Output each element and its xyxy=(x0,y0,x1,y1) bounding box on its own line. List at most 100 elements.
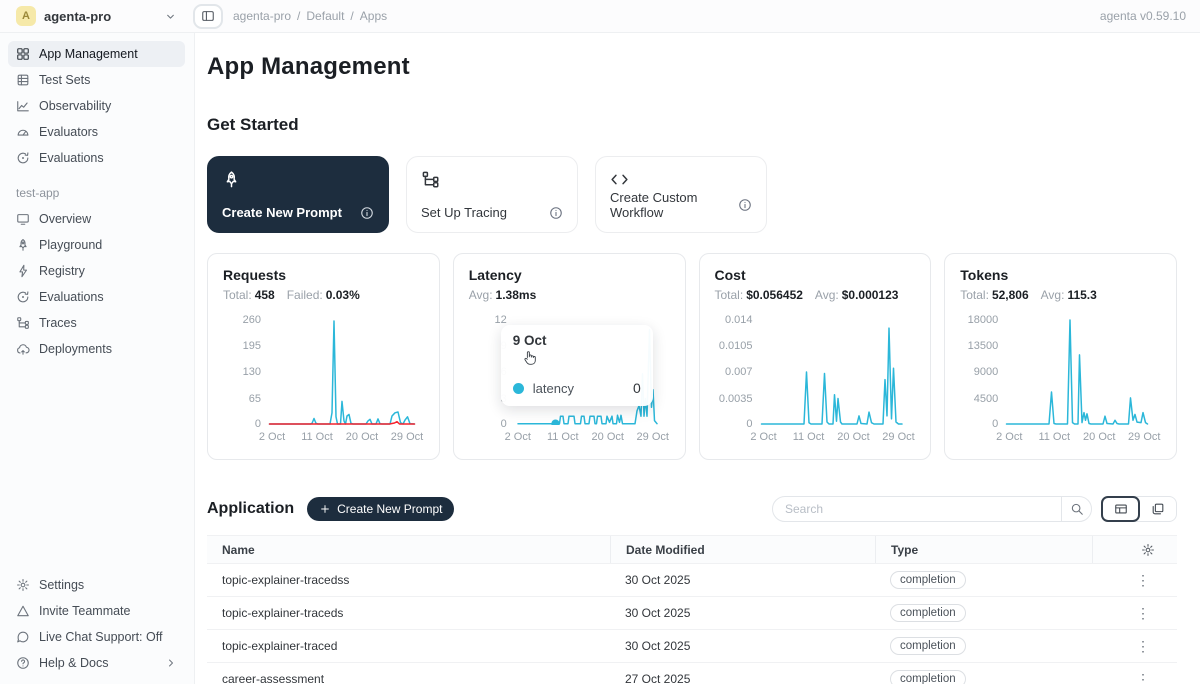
sidebar-item-app-management[interactable]: App Management xyxy=(8,41,185,67)
search-input[interactable] xyxy=(773,502,1061,516)
y-axis-labels: 0.0140.01050.0070.00350 xyxy=(715,319,759,425)
app-name-cell: topic-explainer-tracedss xyxy=(207,564,610,596)
breadcrumb-separator: / xyxy=(350,9,353,23)
type-badge: completion xyxy=(890,670,966,684)
metric-card-tokens: TokensTotal:52,806Avg:115.31800013500900… xyxy=(944,253,1177,460)
sidebar-item-label: Traces xyxy=(39,316,77,330)
get-started-card-label: Set Up Tracing xyxy=(421,205,507,220)
column-settings-button[interactable] xyxy=(1092,536,1177,563)
chevron-right-icon xyxy=(165,657,177,669)
table-row-career-assessment[interactable]: career-assessment27 Oct 2025completion⋮ xyxy=(207,663,1177,684)
gear-icon xyxy=(1141,543,1155,557)
sidebar-project-item-evaluations[interactable]: Evaluations xyxy=(8,284,185,310)
info-icon[interactable] xyxy=(738,198,752,212)
sidebar-project-item-traces[interactable]: Traces xyxy=(8,310,185,336)
deployments-icon xyxy=(16,342,30,356)
table-view-button[interactable] xyxy=(1102,497,1139,521)
search-icon xyxy=(1070,502,1084,516)
date-modified-cell: 30 Oct 2025 xyxy=(610,564,875,596)
sidebar-item-label: Help & Docs xyxy=(39,656,108,670)
date-modified-cell: 30 Oct 2025 xyxy=(610,597,875,629)
metric-stats: Total:458 Failed:0.03% xyxy=(223,288,424,302)
sidebar-item-label: Invite Teammate xyxy=(39,604,130,618)
metric-stat: Avg:$0.000123 xyxy=(815,288,899,302)
sidebar-item-label: Live Chat Support: Off xyxy=(39,630,162,644)
create-new-prompt-button[interactable]: Create New Prompt xyxy=(307,497,454,521)
metric-card-latency: LatencyAvg:1.38ms1296302 Oct11 Oct20 Oct… xyxy=(453,253,686,460)
sidebar-footer-item-live-chat-support-off[interactable]: Live Chat Support: Off xyxy=(8,624,185,650)
table-row-topic-explainer-traceds[interactable]: topic-explainer-traceds30 Oct 2025comple… xyxy=(207,597,1177,630)
y-axis-labels: 1800013500900045000 xyxy=(960,319,1004,425)
mouse-cursor-icon xyxy=(521,349,538,371)
metric-stats: Avg:1.38ms xyxy=(469,288,670,302)
breadcrumb-item-apps[interactable]: Apps xyxy=(360,9,387,23)
sidebar-project-item-deployments[interactable]: Deployments xyxy=(8,336,185,362)
metric-stat: Failed:0.03% xyxy=(287,288,360,302)
search-button[interactable] xyxy=(1061,497,1091,521)
sidebar-item-label: Test Sets xyxy=(39,73,90,87)
workspace-selector[interactable]: A agenta-pro xyxy=(0,6,187,26)
metric-card-cost: CostTotal:$0.056452Avg:$0.0001230.0140.0… xyxy=(699,253,932,460)
get-started-card-create-new-prompt[interactable]: Create New Prompt xyxy=(207,156,389,233)
column-header-name: Name xyxy=(207,536,610,563)
tooltip-series-row: latency0 xyxy=(513,380,641,396)
testsets-icon xyxy=(16,73,30,87)
type-badge: completion xyxy=(890,604,966,622)
breadcrumb-separator: / xyxy=(297,9,300,23)
main-content: App Management Get Started Create New Pr… xyxy=(195,33,1200,684)
column-header-type: Type xyxy=(875,536,1092,563)
tooltip-date: 9 Oct xyxy=(513,333,641,348)
metric-title: Latency xyxy=(469,267,670,283)
get-started-card-create-custom-workflow[interactable]: Create Custom Workflow xyxy=(595,156,767,233)
type-badge: completion xyxy=(890,571,966,589)
table-row-topic-explainer-traced[interactable]: topic-explainer-traced30 Oct 2025complet… xyxy=(207,630,1177,663)
sidebar-item-label: Evaluations xyxy=(39,151,104,165)
breadcrumb: agenta-pro / Default / Apps xyxy=(233,9,387,23)
rocket-icon xyxy=(16,238,30,252)
row-actions-cell: ⋮ xyxy=(1092,564,1177,596)
plus-icon xyxy=(319,503,331,515)
sidebar-item-evaluators[interactable]: Evaluators xyxy=(8,119,185,145)
view-toggle xyxy=(1101,496,1177,522)
table-row-topic-explainer-tracedss[interactable]: topic-explainer-tracedss30 Oct 2025 compl… xyxy=(207,564,1177,597)
get-started-card-set-up-tracing[interactable]: Set Up Tracing xyxy=(406,156,578,233)
chevron-down-icon xyxy=(164,10,177,23)
invite-icon xyxy=(16,604,30,618)
kebab-menu-button[interactable]: ⋮ xyxy=(1131,670,1155,684)
evaluations-icon xyxy=(16,290,30,304)
row-actions-cell: ⋮ xyxy=(1092,630,1177,662)
grid-icon xyxy=(16,47,30,61)
sidebar-item-evaluations[interactable]: Evaluations xyxy=(8,145,185,171)
sidebar-footer-item-invite-teammate[interactable]: Invite Teammate xyxy=(8,598,185,624)
column-header-date-modified: Date Modified xyxy=(610,536,875,563)
kebab-menu-button[interactable]: ⋮ xyxy=(1131,637,1155,655)
sidebar-footer-item-help-docs[interactable]: Help & Docs xyxy=(8,650,185,676)
metric-card-requests: RequestsTotal:458Failed:0.03%26019513065… xyxy=(207,253,440,460)
search-box xyxy=(772,496,1092,522)
sidebar-project-item-playground[interactable]: Playground xyxy=(8,232,185,258)
sidebar-item-test-sets[interactable]: Test Sets xyxy=(8,67,185,93)
overview-icon xyxy=(16,212,30,226)
breadcrumb-item-agenta-pro[interactable]: agenta-pro xyxy=(233,9,291,23)
traces-icon xyxy=(16,316,30,330)
app-name-cell: career-assessment xyxy=(207,663,610,684)
sidebar-item-observability[interactable]: Observability xyxy=(8,93,185,119)
sidebar-project-item-overview[interactable]: Overview xyxy=(8,206,185,232)
sidebar-collapse-button[interactable] xyxy=(193,4,223,29)
info-icon[interactable] xyxy=(549,206,563,220)
type-badge: completion xyxy=(890,637,966,655)
code-icon xyxy=(610,168,752,190)
sidebar-project-item-registry[interactable]: Registry xyxy=(8,258,185,284)
kebab-menu-button[interactable]: ⋮ xyxy=(1131,571,1155,589)
chart-plot-requests: 2 Oct11 Oct20 Oct29 Oct xyxy=(267,319,417,425)
type-cell: completion xyxy=(875,663,1092,684)
metric-stat: Total:458 xyxy=(223,288,275,302)
breadcrumb-item-default[interactable]: Default xyxy=(306,9,344,23)
row-actions-cell: ⋮ xyxy=(1092,597,1177,629)
info-icon[interactable] xyxy=(360,206,374,220)
kebab-menu-button[interactable]: ⋮ xyxy=(1131,604,1155,622)
card-view-button[interactable] xyxy=(1139,497,1176,521)
sidebar-footer-item-settings[interactable]: Settings xyxy=(8,572,185,598)
sidebar-item-label: Settings xyxy=(39,578,84,592)
workspace-name: agenta-pro xyxy=(44,9,156,24)
